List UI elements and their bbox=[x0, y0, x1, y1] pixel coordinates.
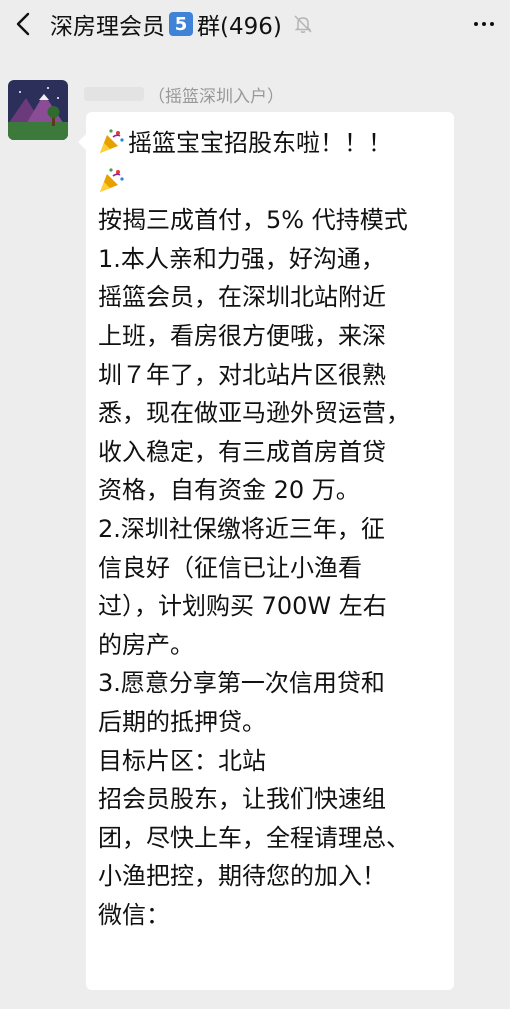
mute-bell-icon bbox=[292, 13, 314, 35]
message-line: 摇篮宝宝招股东啦！！！ bbox=[128, 129, 392, 157]
message-line: 1.本人亲和力强，好沟通， bbox=[98, 244, 385, 273]
message-line: 资格，自有资金 20 万。 bbox=[98, 476, 360, 505]
dot-icon bbox=[490, 22, 494, 26]
message-text: 摇篮宝宝招股东啦！！！ 按揭三成首付，5% 代持模式 1.本人亲和力强，好沟通，… bbox=[98, 124, 444, 934]
message-line: 小渔把控，期待您的加入！ bbox=[98, 862, 386, 891]
message-line: 摇篮会员，在深圳北站附近 bbox=[98, 283, 386, 312]
message-line: 3.愿意分享第一次信用贷和 bbox=[98, 669, 385, 698]
mountain-avatar-icon bbox=[8, 80, 68, 140]
message-line: 悉，现在做亚马逊外贸运营， bbox=[98, 399, 410, 428]
message-line: 招会员股东，让我们快速组 bbox=[98, 785, 386, 814]
group-number-badge: 5 bbox=[169, 12, 193, 36]
message-line: 团，尽快上车，全程请理总、 bbox=[98, 823, 410, 852]
more-options-button[interactable] bbox=[466, 8, 502, 40]
message-bubble[interactable]: 摇篮宝宝招股东啦！！！ 按揭三成首付，5% 代持模式 1.本人亲和力强，好沟通，… bbox=[78, 112, 454, 990]
message-line: 圳７年了，对北站片区很熟 bbox=[98, 360, 386, 389]
message-line: 2.深圳社保缴将近三年，征 bbox=[98, 514, 385, 543]
sender-tag: （摇篮深圳入户） bbox=[148, 86, 284, 107]
message-line: 的房产。 bbox=[98, 630, 194, 659]
dot-icon bbox=[482, 22, 486, 26]
chat-title-text: 深房理会员 bbox=[50, 14, 165, 40]
message-line: 上班，看房很方便哦，来深 bbox=[98, 321, 386, 350]
chat-title: 深房理会员 5 群(496) bbox=[50, 6, 314, 42]
party-popper-icon bbox=[100, 129, 124, 153]
message-line: 按揭三成首付，5% 代持模式 bbox=[98, 206, 408, 235]
sender-name: （摇篮深圳入户） bbox=[84, 82, 284, 107]
chevron-left-icon bbox=[16, 12, 30, 36]
message-line: 后期的抵押贷。 bbox=[98, 707, 266, 736]
chat-header: 深房理会员 5 群(496) bbox=[0, 0, 510, 48]
message-line: 收入稳定，有三成首房首贷 bbox=[98, 437, 386, 466]
message-line: 目标片区：北站 bbox=[98, 746, 266, 775]
avatar[interactable] bbox=[8, 80, 68, 140]
party-popper-icon bbox=[100, 167, 124, 192]
message-line: 信良好（征信已让小渔看 bbox=[98, 553, 362, 582]
sender-name-redacted bbox=[84, 87, 144, 101]
message-line: 微信： bbox=[98, 900, 170, 929]
chat-title-suffix: 群(496) bbox=[197, 14, 282, 40]
back-button[interactable] bbox=[6, 6, 42, 42]
dot-icon bbox=[474, 22, 478, 26]
message-line: 过），计划购买 700W 左右 bbox=[98, 592, 387, 621]
